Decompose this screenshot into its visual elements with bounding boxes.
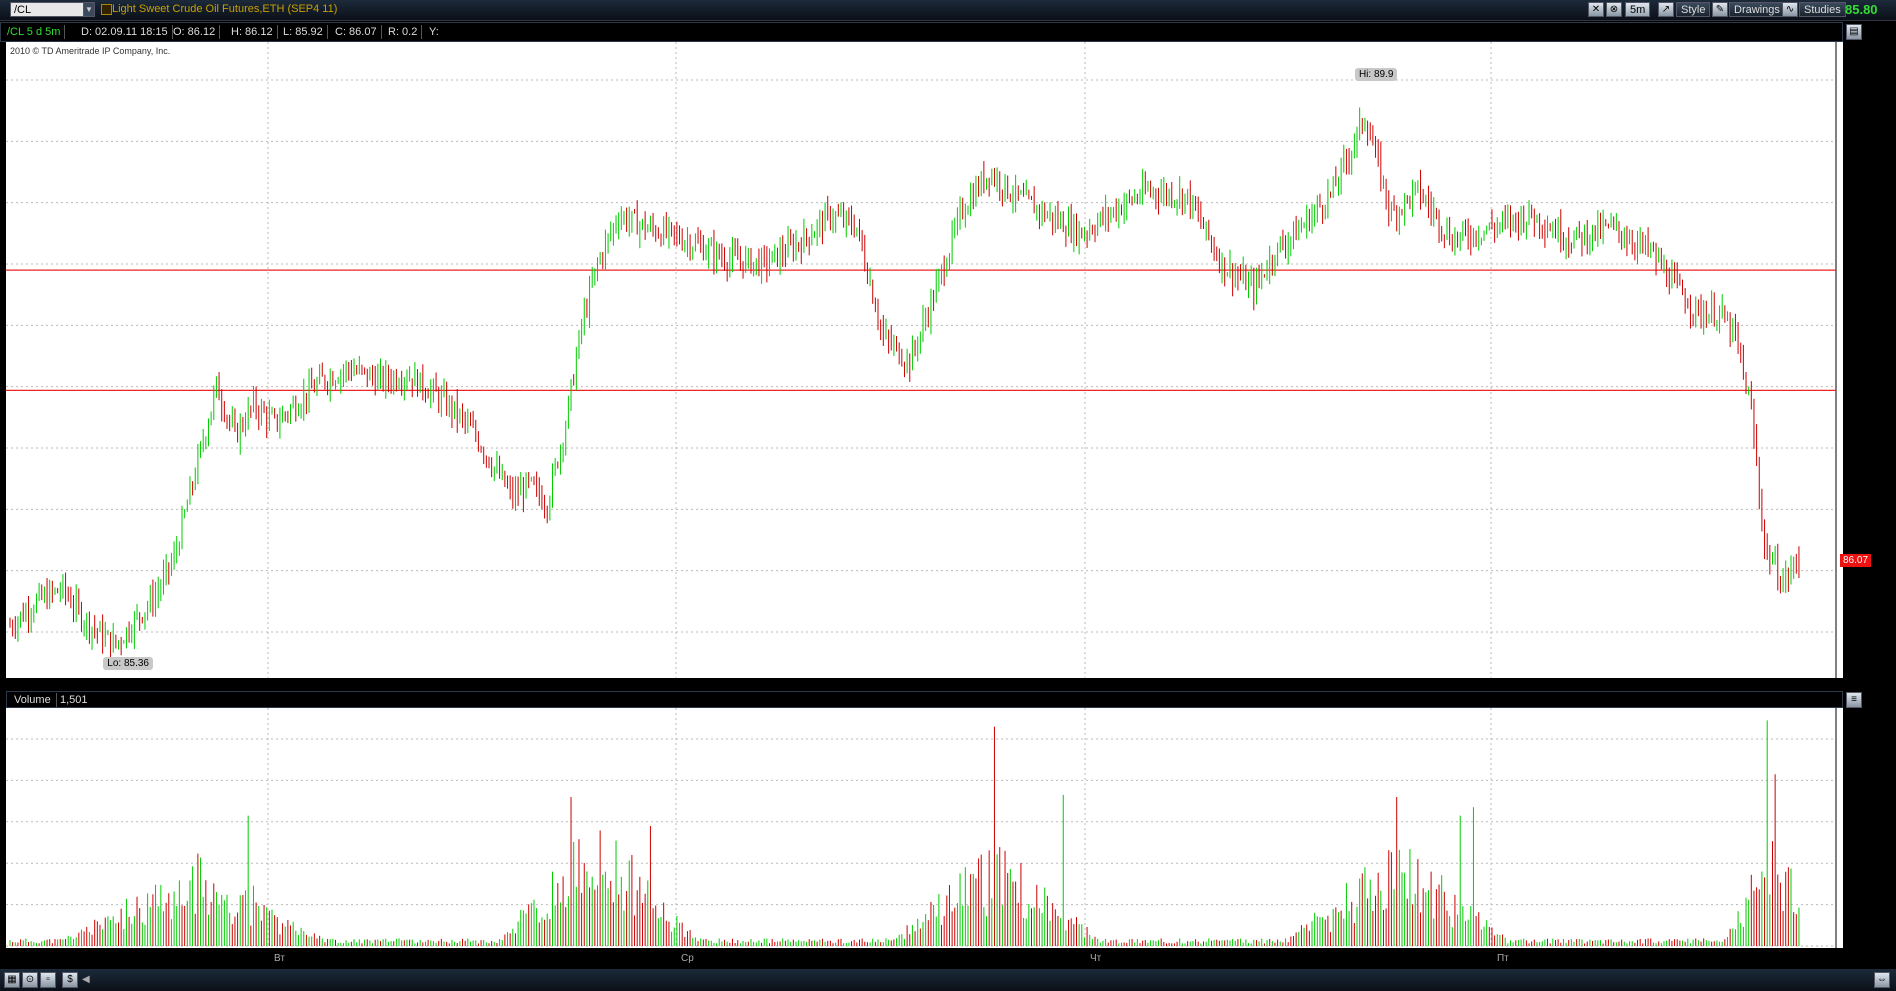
cursor-icon[interactable]: ✕	[1588, 2, 1604, 17]
crosshair-icon[interactable]: ⊗	[1606, 2, 1622, 17]
last-price: 85.80	[1845, 2, 1878, 17]
price-chart[interactable]: 85.58686.58787.58888.58989.590	[6, 42, 1864, 678]
volume-label: Volume	[9, 693, 57, 707]
y-value: Y:	[429, 26, 439, 38]
x-tick-thu: Чт	[1090, 953, 1102, 964]
volume-panel[interactable]: 02,0004,0006,0008,00010,000	[6, 708, 1875, 953]
x-tick-tue: Вт	[274, 953, 285, 964]
instrument-icon	[101, 4, 112, 15]
copyright-text: 2010 © TD Ameritrade IP Company, Inc.	[10, 46, 171, 56]
dollar-icon[interactable]: $	[62, 972, 78, 988]
drawings-button[interactable]: Drawings	[1729, 2, 1785, 17]
current-price-tag: 86.07	[1840, 554, 1872, 568]
instrument-title: Light Sweet Crude Oil Futures,ETH (SEP4 …	[112, 3, 338, 15]
panel-menu-icon[interactable]: ≡	[1846, 692, 1862, 708]
zoom-icon[interactable]: ⊙	[22, 972, 38, 988]
range-value: R: 0.2	[384, 25, 423, 39]
price-panel[interactable]: 85.58686.58787.58888.58989.590 2010 © TD…	[6, 42, 1872, 678]
low-value: L: 85.92	[279, 25, 328, 39]
style-button[interactable]: Style	[1676, 2, 1711, 17]
volume-header: Volume 1,501	[6, 691, 1843, 708]
open-value: O: 86.12	[169, 25, 221, 39]
x-tick-fri: Пт	[1497, 953, 1509, 964]
expand-icon[interactable]: ⇔	[1874, 972, 1890, 988]
pencil-icon[interactable]: ✎	[1712, 2, 1728, 17]
studies-icon[interactable]: ∿	[1782, 2, 1798, 17]
high-marker: Hi: 89.9	[1354, 68, 1398, 82]
lock-icon[interactable]: ▫	[40, 972, 56, 988]
low-marker: Lo: 85.36	[103, 657, 153, 671]
grid-icon[interactable]: ▦	[4, 972, 20, 988]
top-toolbar: /CL ▼ Light Sweet Crude Oil Futures,ETH …	[0, 0, 1896, 21]
style-icon[interactable]: ↗	[1658, 2, 1674, 17]
chevron-down-icon[interactable]: ▼	[83, 2, 95, 17]
high-value: H: 86.12	[227, 25, 278, 39]
chart-settings-icon[interactable]: ▤	[1846, 24, 1862, 40]
bottom-toolbar: ▦ ⊙ ▫ $ ◀ ⇔	[0, 969, 1896, 991]
ohlc-info-bar: /CL 5 d 5m D: 02.09.11 18:15 O: 86.12 H:…	[0, 22, 1843, 42]
volume-chart[interactable]: 02,0004,0006,0008,00010,000	[6, 708, 1875, 953]
symbol-period: /CL 5 d 5m	[3, 25, 66, 39]
time-axis[interactable]: Вт Ср Чт Пт	[6, 951, 1843, 967]
x-tick-wed: Ср	[681, 953, 694, 964]
close-value: C: 86.07	[331, 25, 382, 39]
studies-button[interactable]: Studies	[1799, 2, 1846, 17]
scroll-left-icon[interactable]: ◀	[82, 974, 90, 985]
volume-value: 1,501	[60, 694, 88, 706]
bar-date: D: 02.09.11 18:15	[77, 25, 173, 39]
aggregation-button[interactable]: 5m	[1625, 2, 1651, 17]
